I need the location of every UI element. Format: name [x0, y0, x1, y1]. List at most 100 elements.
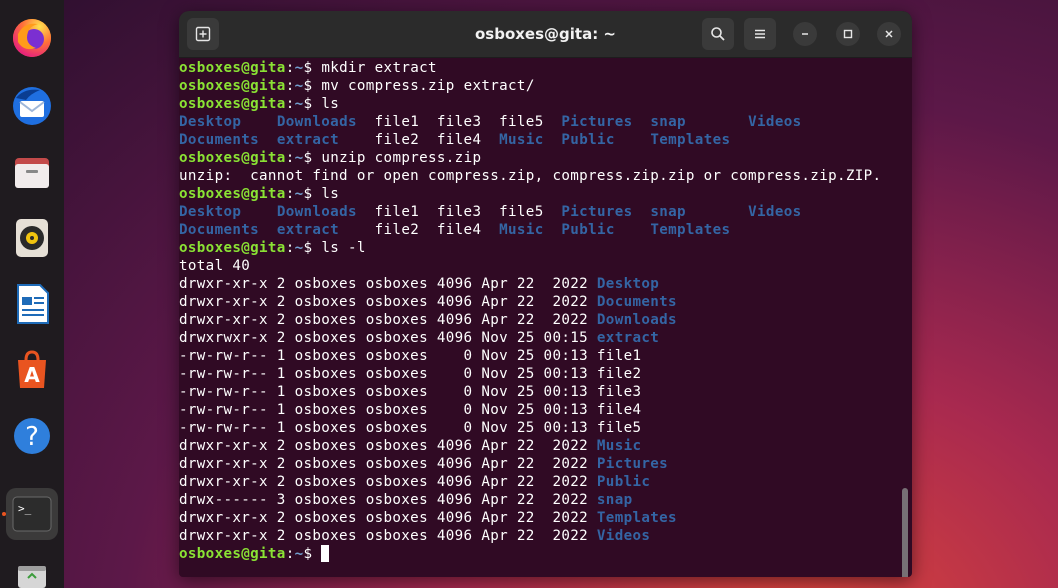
command-text: ls — [321, 186, 340, 202]
listing-meta: -rw-rw-r-- 1 osboxes osboxes 0 Nov 25 00… — [179, 420, 597, 436]
directory-name: Music — [596, 438, 642, 454]
directory-name: Templates — [650, 222, 731, 238]
directory-name: Pictures — [561, 114, 633, 130]
directory-name: Public — [561, 132, 615, 148]
prompt-separator: : — [285, 240, 295, 256]
directory-name: Desktop — [179, 114, 242, 130]
listing-row: -rw-rw-r-- 1 osboxes osboxes 0 Nov 25 00… — [179, 383, 912, 401]
directory-name: Documents — [179, 132, 260, 148]
listing-row: drwxr-xr-x 2 osboxes osboxes 4096 Apr 22… — [179, 527, 912, 545]
terminal-icon[interactable]: >_ — [6, 488, 58, 540]
listing-meta: drwxr-xr-x 2 osboxes osboxes 4096 Apr 22… — [179, 294, 597, 310]
ls-text — [633, 114, 651, 130]
directory-name: Templates — [596, 510, 677, 526]
files-icon[interactable] — [6, 146, 58, 198]
close-button[interactable] — [877, 22, 901, 46]
directory-name: Public — [561, 222, 615, 238]
current-prompt[interactable]: osboxes@gita:~$ — [179, 545, 912, 563]
prompt-user: osboxes@gita — [179, 186, 286, 202]
scrollbar[interactable] — [902, 488, 908, 577]
file-name: file2 — [596, 366, 642, 382]
listing-meta: drwxr-xr-x 2 osboxes osboxes 4096 Apr 22… — [179, 510, 597, 526]
listing-meta: drwxr-xr-x 2 osboxes osboxes 4096 Apr 22… — [179, 276, 597, 292]
total-line: total 40 — [179, 258, 251, 274]
prompt-path: ~ — [294, 78, 304, 94]
menu-button[interactable] — [744, 18, 776, 50]
listing-meta: drwxr-xr-x 2 osboxes osboxes 4096 Apr 22… — [179, 438, 597, 454]
ls-text: file1 file3 file5 — [356, 204, 562, 220]
svg-text:?: ? — [25, 422, 39, 452]
rhythmbox-icon[interactable] — [6, 212, 58, 264]
directory-name: Public — [596, 474, 651, 490]
command-text: unzip compress.zip — [321, 150, 482, 166]
listing-row: drwxr-xr-x 2 osboxes osboxes 4096 Apr 22… — [179, 437, 912, 455]
directory-name: Desktop — [179, 204, 242, 220]
libreoffice-writer-icon[interactable] — [6, 278, 58, 330]
listing-meta: drwxr-xr-x 2 osboxes osboxes 4096 Apr 22… — [179, 312, 597, 328]
directory-name: Downloads — [596, 312, 677, 328]
listing-row: drwx------ 3 osboxes osboxes 4096 Apr 22… — [179, 491, 912, 509]
minimize-icon — [802, 33, 808, 35]
app-center-icon[interactable]: A — [6, 344, 58, 396]
prompt-sign: $ — [303, 78, 322, 94]
ls-text: file2 file4 — [339, 132, 500, 148]
command-text: ls -l — [321, 240, 366, 256]
directory-name: Pictures — [596, 456, 669, 472]
ls-text — [686, 204, 748, 220]
long-listing: drwxr-xr-x 2 osboxes osboxes 4096 Apr 22… — [179, 275, 912, 545]
help-icon[interactable]: ? — [6, 410, 58, 462]
listing-row: drwxrwxr-x 2 osboxes osboxes 4096 Nov 25… — [179, 329, 912, 347]
file-name: file4 — [596, 402, 642, 418]
listing-meta: drwxr-xr-x 2 osboxes osboxes 4096 Apr 22… — [179, 456, 597, 472]
firefox-icon[interactable] — [6, 12, 58, 64]
directory-name: Downloads — [276, 114, 357, 130]
directory-name: snap — [650, 204, 686, 220]
minimize-button[interactable] — [793, 22, 817, 46]
prompt-user: osboxes@gita — [179, 60, 286, 76]
prompt-separator: : — [285, 186, 295, 202]
ls-text — [615, 222, 651, 238]
terminal-output[interactable]: osboxes@gita:~$ mkdir extract osboxes@gi… — [179, 58, 912, 577]
prompt-sign: $ — [303, 546, 322, 562]
listing-row: -rw-rw-r-- 1 osboxes osboxes 0 Nov 25 00… — [179, 419, 912, 437]
command-text: ls — [321, 96, 340, 112]
directory-name: Pictures — [561, 204, 633, 220]
directory-name: Desktop — [596, 276, 660, 292]
prompt-sign: $ — [303, 240, 322, 256]
listing-row: drwxr-xr-x 2 osboxes osboxes 4096 Apr 22… — [179, 293, 912, 311]
directory-name: extract — [276, 222, 340, 238]
prompt-user: osboxes@gita — [179, 96, 286, 112]
prompt-separator: : — [285, 96, 295, 112]
directory-name: Documents — [596, 294, 677, 310]
directory-name: snap — [596, 492, 633, 508]
prompt-user: osboxes@gita — [179, 78, 286, 94]
trash-icon[interactable] — [6, 562, 58, 588]
title-bar[interactable]: osboxes@gita: ~ — [179, 11, 912, 58]
directory-name: Downloads — [276, 204, 357, 220]
maximize-icon — [843, 29, 853, 39]
terminal-line: osboxes@gita:~$ ls — [179, 95, 912, 113]
ls-text: file2 file4 — [339, 222, 500, 238]
ls-output-row: Documents extract file2 file4 Music Publ… — [179, 221, 912, 239]
terminal-window[interactable]: osboxes@gita: ~ osboxes@gita:~$ mkdir ex… — [179, 11, 912, 577]
search-button[interactable] — [702, 18, 734, 50]
dock: A ? >_ — [0, 0, 64, 588]
prompt-separator: : — [285, 150, 295, 166]
listing-row: drwxr-xr-x 2 osboxes osboxes 4096 Apr 22… — [179, 311, 912, 329]
thunderbird-icon[interactable] — [6, 80, 58, 132]
prompt-user: osboxes@gita — [179, 240, 286, 256]
directory-name: Videos — [748, 204, 802, 220]
ls-output-row: Desktop Downloads file1 file3 file5 Pict… — [179, 113, 912, 131]
directory-name: Videos — [596, 528, 651, 544]
prompt-path: ~ — [294, 150, 304, 166]
terminal-line: osboxes@gita:~$ ls — [179, 185, 912, 203]
svg-text:A: A — [24, 363, 40, 387]
listing-meta: drwxrwxr-x 2 osboxes osboxes 4096 Nov 25… — [179, 330, 597, 346]
prompt-sign: $ — [303, 60, 322, 76]
maximize-button[interactable] — [836, 22, 860, 46]
terminal-line: osboxes@gita:~$ mkdir extract — [179, 59, 912, 77]
prompt-user: osboxes@gita — [179, 546, 286, 562]
file-name: file5 — [596, 420, 642, 436]
listing-row: drwxr-xr-x 2 osboxes osboxes 4096 Apr 22… — [179, 509, 912, 527]
prompt-path: ~ — [294, 60, 304, 76]
